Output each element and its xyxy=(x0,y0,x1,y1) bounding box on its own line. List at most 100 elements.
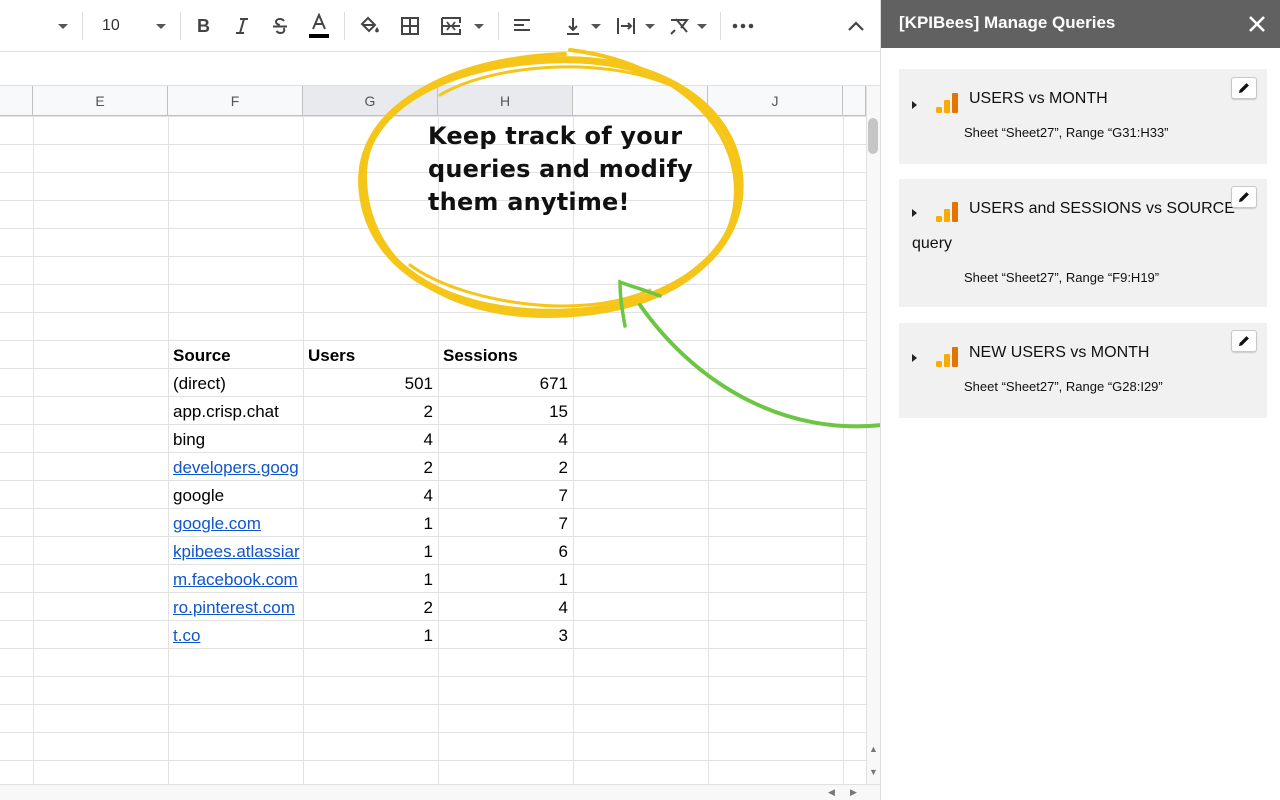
cell-sessions[interactable]: 4 xyxy=(443,594,568,622)
header-cell-sessions[interactable]: Sessions xyxy=(443,342,571,370)
cell-sessions[interactable]: 3 xyxy=(443,622,568,650)
cell-users[interactable]: 501 xyxy=(308,370,433,398)
query-card[interactable]: USERS vs MONTH Sheet “Sheet27”, Range “G… xyxy=(899,69,1267,164)
cell-source[interactable]: t.co xyxy=(173,622,302,650)
cell-source[interactable]: (direct) xyxy=(173,370,302,398)
collapse-toolbar-button[interactable] xyxy=(842,10,870,42)
query-title-continued: query xyxy=(912,235,953,252)
cell-users[interactable]: 2 xyxy=(308,594,433,622)
cell-sessions[interactable]: 6 xyxy=(443,538,568,566)
callout-text: Keep track of your queries and modify th… xyxy=(428,120,718,219)
analytics-logo-icon xyxy=(936,93,958,113)
cell-sessions[interactable]: 1 xyxy=(443,566,568,594)
header-cell-source[interactable]: Source xyxy=(173,342,301,370)
expand-arrow-icon[interactable] xyxy=(912,209,917,217)
cell-users[interactable]: 2 xyxy=(308,454,433,482)
text-wrap-caret[interactable] xyxy=(642,10,658,42)
grid-line xyxy=(0,620,866,621)
cell-source[interactable]: developers.goog xyxy=(173,454,302,482)
font-size-select[interactable]: 10 xyxy=(92,10,132,42)
scroll-right-icon[interactable]: ▶ xyxy=(850,787,857,798)
header-cell-users[interactable]: Users xyxy=(308,342,436,370)
text-rotation-button[interactable] xyxy=(664,10,694,42)
expand-arrow-icon[interactable] xyxy=(912,101,917,109)
scroll-left-icon[interactable]: ◀ xyxy=(828,787,835,798)
cell-sessions[interactable]: 4 xyxy=(443,426,568,454)
caret-down-icon xyxy=(156,23,166,29)
font-size-caret[interactable] xyxy=(150,10,172,42)
fill-color-button[interactable] xyxy=(356,10,384,42)
cell-users[interactable]: 1 xyxy=(308,566,433,594)
caret-down-icon xyxy=(474,23,484,29)
cell-source[interactable]: app.crisp.chat xyxy=(173,398,302,426)
expand-arrow-icon[interactable] xyxy=(912,354,917,362)
grid-line xyxy=(0,760,866,761)
analytics-logo-icon xyxy=(936,347,958,367)
collapse-icon xyxy=(848,21,864,31)
grid-line xyxy=(0,704,866,705)
cell-sessions[interactable]: 15 xyxy=(443,398,568,426)
callout-line: Keep track of your xyxy=(428,122,683,150)
bold-button[interactable]: B xyxy=(190,10,218,42)
cell-source[interactable]: bing xyxy=(173,426,302,454)
scroll-down-icon[interactable]: ▼ xyxy=(869,767,878,777)
grid-line xyxy=(0,452,866,453)
cell-source[interactable]: kpibees.atlassiar xyxy=(173,538,302,566)
cell-sessions[interactable]: 2 xyxy=(443,454,568,482)
toolbar-divider xyxy=(82,12,83,40)
grid-line xyxy=(0,592,866,593)
italic-button[interactable] xyxy=(228,10,256,42)
font-dropdown-caret[interactable] xyxy=(52,10,74,42)
text-rotation-caret[interactable] xyxy=(694,10,710,42)
cell-source[interactable]: google.com xyxy=(173,510,302,538)
grid-line xyxy=(303,116,304,784)
cell-users[interactable]: 1 xyxy=(308,510,433,538)
vertical-align-caret[interactable] xyxy=(588,10,604,42)
column-header-next[interactable] xyxy=(843,86,866,116)
pencil-icon xyxy=(1239,83,1249,93)
cell-users[interactable]: 4 xyxy=(308,482,433,510)
callout-line: queries and modify xyxy=(428,155,693,183)
strikethrough-button[interactable] xyxy=(266,10,294,42)
caret-down-icon xyxy=(58,23,68,29)
cell-sessions[interactable]: 671 xyxy=(443,370,568,398)
cell-source[interactable]: google xyxy=(173,482,302,510)
cell-sessions[interactable]: 7 xyxy=(443,510,568,538)
borders-button[interactable] xyxy=(396,10,424,42)
vertical-scroll-thumb[interactable] xyxy=(868,118,878,154)
column-header-previous[interactable] xyxy=(0,86,33,116)
toolbar-divider xyxy=(180,12,181,40)
cell-source[interactable]: m.facebook.com xyxy=(173,566,302,594)
cell-sessions[interactable]: 7 xyxy=(443,482,568,510)
more-options-button[interactable] xyxy=(728,10,758,42)
text-color-button[interactable] xyxy=(304,10,334,42)
edit-query-button[interactable] xyxy=(1231,77,1257,99)
close-button[interactable] xyxy=(1245,12,1269,36)
text-rotation-icon xyxy=(670,18,689,35)
cell-users[interactable]: 1 xyxy=(308,622,433,650)
column-header-f[interactable]: F xyxy=(168,86,303,116)
column-header-e[interactable]: E xyxy=(33,86,168,116)
sidebar-title: [KPIBees] Manage Queries xyxy=(899,13,1116,32)
query-card[interactable]: NEW USERS vs MONTH Sheet “Sheet27”, Rang… xyxy=(899,323,1267,418)
callout-arrow xyxy=(618,279,884,429)
cell-users[interactable]: 1 xyxy=(308,538,433,566)
text-wrap-button[interactable] xyxy=(612,10,640,42)
merge-dropdown-caret[interactable] xyxy=(470,10,488,42)
pencil-icon xyxy=(1239,192,1249,202)
edit-query-button[interactable] xyxy=(1231,186,1257,208)
grid-line xyxy=(33,116,34,784)
scroll-up-icon[interactable]: ▲ xyxy=(869,744,878,754)
edit-query-button[interactable] xyxy=(1231,330,1257,352)
horizontal-align-button[interactable] xyxy=(508,10,536,42)
grid-line xyxy=(168,116,169,784)
sidebar-header: [KPIBees] Manage Queries xyxy=(881,0,1280,48)
cell-users[interactable]: 2 xyxy=(308,398,433,426)
query-card[interactable]: USERS and SESSIONS vs SOURCE query Sheet… xyxy=(899,179,1267,307)
vertical-align-button[interactable] xyxy=(562,10,584,42)
cell-source[interactable]: ro.pinterest.com xyxy=(173,594,302,622)
horizontal-scrollbar[interactable] xyxy=(0,784,880,800)
cell-users[interactable]: 4 xyxy=(308,426,433,454)
query-range: Sheet “Sheet27”, Range “G31:H33” xyxy=(964,125,1169,140)
merge-cells-button[interactable] xyxy=(436,10,466,42)
